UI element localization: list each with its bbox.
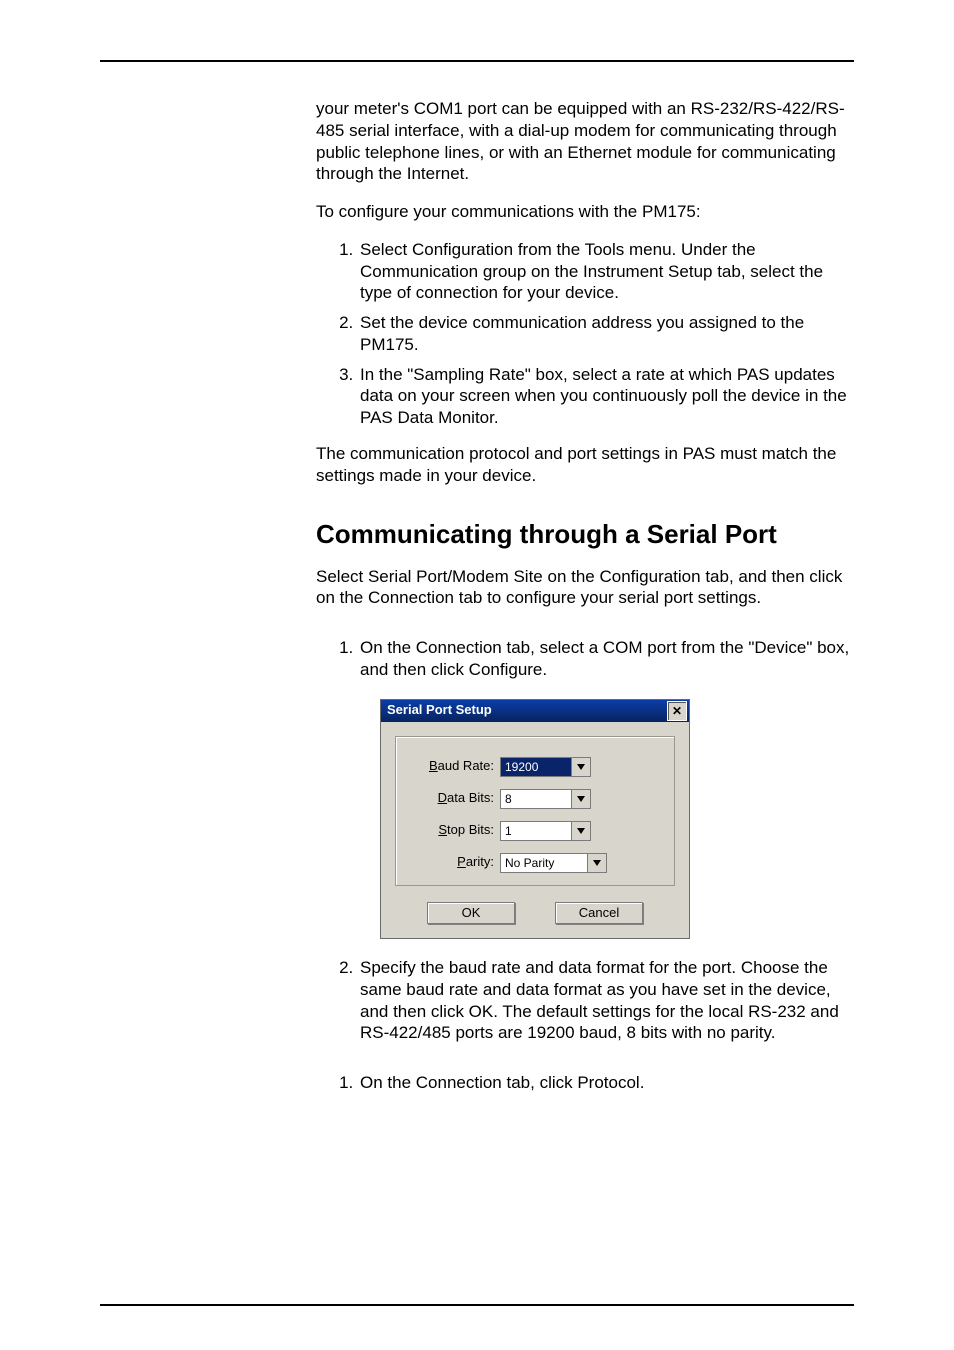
stop-bits-row: Stop Bits: 1 <box>414 821 656 841</box>
chevron-down-icon <box>593 860 601 866</box>
dialog-button-row: OK Cancel <box>381 896 689 939</box>
baud-rate-dropdown-button[interactable] <box>572 757 591 777</box>
stop-bits-select[interactable]: 1 <box>500 821 591 841</box>
data-bits-label: Data Bits: <box>414 790 494 807</box>
data-bits-dropdown-button[interactable] <box>572 789 591 809</box>
dialog-titlebar[interactable]: Serial Port Setup ✕ <box>381 700 689 722</box>
parity-select[interactable]: No Parity <box>500 853 607 873</box>
ok-button[interactable]: OK <box>427 902 515 925</box>
section-steps-c: On the Connection tab, click Protocol. <box>316 1072 854 1094</box>
chevron-down-icon <box>577 764 585 770</box>
intro-para-2: To configure your communications with th… <box>316 201 854 223</box>
data-bits-select[interactable]: 8 <box>500 789 591 809</box>
close-icon: ✕ <box>672 705 682 717</box>
intro-steps: Select Configuration from the Tools menu… <box>316 239 854 429</box>
parity-row: Parity: No Parity <box>414 853 656 873</box>
chevron-down-icon <box>577 828 585 834</box>
intro-step-1: Select Configuration from the Tools menu… <box>358 239 854 304</box>
intro-step-3: In the "Sampling Rate" box, select a rat… <box>358 364 854 429</box>
baud-rate-value: 19200 <box>500 757 572 777</box>
intro-step-2: Set the device communication address you… <box>358 312 854 356</box>
section-step-1: On the Connection tab, select a COM port… <box>358 637 854 681</box>
stop-bits-value: 1 <box>500 821 572 841</box>
content: your meter's COM1 port can be equipped w… <box>316 98 854 1094</box>
section-step-2: Specify the baud rate and data format fo… <box>358 957 854 1044</box>
bottom-rule <box>100 1304 854 1306</box>
cancel-button[interactable]: Cancel <box>555 902 643 925</box>
page: your meter's COM1 port can be equipped w… <box>0 0 954 1350</box>
data-bits-value: 8 <box>500 789 572 809</box>
stop-bits-dropdown-button[interactable] <box>572 821 591 841</box>
section-steps-b: Specify the baud rate and data format fo… <box>316 957 854 1044</box>
parity-label: Parity: <box>414 854 494 871</box>
intro-para-3: The communication protocol and port sett… <box>316 443 854 487</box>
baud-rate-label: Baud Rate: <box>414 758 494 775</box>
dialog-title: Serial Port Setup <box>387 702 667 719</box>
section-after-step: On the Connection tab, click Protocol. <box>358 1072 854 1094</box>
baud-rate-select[interactable]: 19200 <box>500 757 591 777</box>
close-button[interactable]: ✕ <box>667 701 687 721</box>
dialog-panel: Baud Rate: 19200 Data Bits: 8 <box>395 736 675 886</box>
section-para-1: Select Serial Port/Modem Site on the Con… <box>316 566 854 610</box>
parity-dropdown-button[interactable] <box>588 853 607 873</box>
parity-value: No Parity <box>500 853 588 873</box>
data-bits-row: Data Bits: 8 <box>414 789 656 809</box>
baud-rate-row: Baud Rate: 19200 <box>414 757 656 777</box>
serial-port-dialog: Serial Port Setup ✕ Baud Rate: 19200 <box>380 699 690 940</box>
top-rule <box>100 60 854 62</box>
chevron-down-icon <box>577 796 585 802</box>
intro-para-1: your meter's COM1 port can be equipped w… <box>316 98 854 185</box>
section-steps-a: On the Connection tab, select a COM port… <box>316 637 854 681</box>
section-heading: Communicating through a Serial Port <box>316 518 854 551</box>
stop-bits-label: Stop Bits: <box>414 822 494 839</box>
